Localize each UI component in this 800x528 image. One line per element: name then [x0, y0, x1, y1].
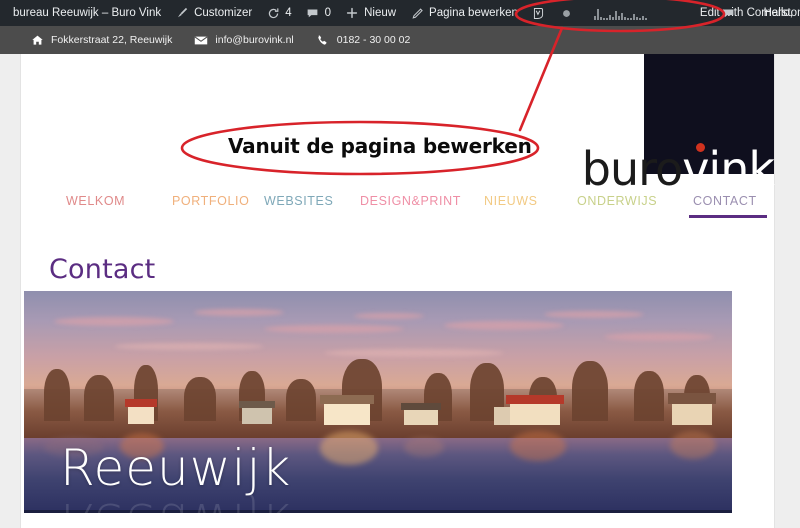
- main-navigation[interactable]: WELKOM PORTFOLIO WEBSITES DESIGN&PRINT N…: [21, 194, 774, 234]
- hero-cloud: [54, 317, 174, 326]
- admin-bar-right-comment[interactable]: [714, 0, 742, 26]
- hero-caption: Reeuwijk: [60, 439, 292, 497]
- site-header: buro vink: [21, 54, 775, 194]
- nav-label-designprint: DESIGN&PRINT: [360, 194, 461, 208]
- hero-tree: [286, 379, 316, 421]
- account-greeting: Hallo,: [763, 7, 793, 19]
- nav-label-nieuws: NIEUWS: [484, 194, 538, 208]
- hero-cloud: [354, 313, 424, 319]
- nav-label-onderwijs: ONDERWIJS: [577, 194, 658, 208]
- admin-bar-new[interactable]: Nieuw: [338, 0, 403, 26]
- admin-bar-edit-page[interactable]: Pagina bewerken: [403, 0, 525, 26]
- brush-icon: [175, 6, 189, 20]
- comment-icon: [306, 6, 320, 20]
- nav-item-nieuws[interactable]: NIEUWS: [484, 194, 538, 218]
- hero-roof: [320, 395, 374, 404]
- admin-bar-account[interactable]: Hallo,: [757, 0, 800, 26]
- site-logo[interactable]: buro vink: [582, 143, 775, 192]
- phone-icon: [316, 33, 330, 47]
- annotation-text: Vanuit de pagina bewerken: [228, 134, 532, 158]
- hero-cloud: [114, 343, 264, 350]
- contact-phone-label: 0182 - 30 00 02: [336, 34, 411, 46]
- customizer-label: Customizer: [194, 7, 253, 19]
- site-title-label: bureau Reeuwijk – Buro Vink: [13, 7, 162, 19]
- plus-icon: [345, 6, 359, 20]
- hero-house: [324, 403, 370, 425]
- admin-bar-updates[interactable]: 4: [259, 0, 298, 26]
- hero-tree: [634, 371, 664, 421]
- hero-reflection: [320, 431, 378, 465]
- hero-reflection: [510, 431, 566, 461]
- hero-cloud: [324, 349, 504, 357]
- contact-email[interactable]: info@burovink.nl: [194, 33, 294, 47]
- pencil-icon: [410, 6, 424, 20]
- new-label: Nieuw: [364, 7, 397, 19]
- nav-item-welkom[interactable]: WELKOM: [66, 194, 125, 218]
- hero-cloud: [264, 325, 404, 333]
- updates-count: 4: [285, 7, 292, 19]
- contact-phone[interactable]: 0182 - 30 00 02: [316, 33, 411, 47]
- hero-image: Reeuwijk Reeuwijk: [24, 291, 732, 513]
- yoast-icon: [532, 6, 546, 20]
- hero-roof: [506, 395, 564, 404]
- page-content: Contact: [21, 234, 774, 285]
- nav-underline-active: [689, 215, 767, 218]
- hero-roof: [125, 399, 157, 407]
- contact-address[interactable]: Fokkerstraat 22, Reeuwijk: [30, 33, 172, 47]
- page-title: Contact: [49, 254, 156, 285]
- hero-roof: [239, 401, 275, 408]
- site-contact-bar: Fokkerstraat 22, Reeuwijk info@burovink.…: [0, 26, 800, 54]
- hero-cloud: [604, 333, 714, 341]
- nav-item-websites[interactable]: WEBSITES: [264, 194, 333, 218]
- nav-item-onderwijs[interactable]: ONDERWIJS: [577, 194, 657, 218]
- nav-item-contact[interactable]: CONTACT: [689, 194, 767, 218]
- hero-cloud: [444, 321, 564, 330]
- hero-caption-reflection: Reeuwijk: [60, 492, 291, 513]
- nav-label-welkom: WELKOM: [66, 194, 126, 208]
- hero-cloud: [544, 311, 644, 318]
- nav-label-websites: WEBSITES: [264, 194, 334, 208]
- hero-reflection: [404, 437, 444, 457]
- hero-reflection: [670, 431, 716, 459]
- edit-page-label: Pagina bewerken: [429, 7, 518, 19]
- hero-house: [242, 407, 272, 424]
- hero-tree: [44, 369, 70, 421]
- hero-tree: [184, 377, 216, 421]
- hero-cloud: [194, 309, 284, 316]
- circle-icon: [560, 6, 574, 20]
- hero-house: [404, 409, 438, 425]
- admin-bar-stats[interactable]: [581, 0, 660, 26]
- hero-roof: [668, 393, 716, 404]
- logo-text-vink: vink: [682, 142, 775, 196]
- nav-item-portfolio[interactable]: PORTFOLIO: [172, 194, 249, 218]
- hero-roof: [401, 403, 441, 410]
- admin-bar-site-title[interactable]: bureau Reeuwijk – Buro Vink: [0, 0, 168, 26]
- wp-admin-bar[interactable]: bureau Reeuwijk – Buro Vink Customizer 4…: [0, 0, 800, 26]
- logo-text-buro: buro: [581, 142, 683, 196]
- comments-count: 0: [324, 7, 332, 19]
- hero-tree: [572, 361, 608, 421]
- sparkline-icon: [588, 7, 653, 20]
- nav-item-designprint[interactable]: DESIGN&PRINT: [360, 194, 461, 218]
- admin-bar-status-dot[interactable]: [553, 0, 581, 26]
- refresh-icon: [266, 6, 280, 20]
- contact-address-label: Fokkerstraat 22, Reeuwijk: [51, 34, 173, 46]
- hero-house: [510, 403, 560, 425]
- home-icon: [30, 33, 44, 47]
- admin-bar-comments[interactable]: 0: [299, 0, 338, 26]
- nav-label-contact: CONTACT: [693, 194, 757, 208]
- comment-bubble-icon: [721, 6, 735, 20]
- nav-label-portfolio: PORTFOLIO: [172, 194, 250, 208]
- admin-bar-customizer[interactable]: Customizer: [168, 0, 259, 26]
- mail-icon: [194, 33, 208, 47]
- contact-email-label: info@burovink.nl: [215, 34, 294, 46]
- admin-bar-yoast[interactable]: [525, 0, 553, 26]
- hero-house: [128, 406, 154, 424]
- hero-tree: [84, 375, 114, 421]
- site-page: Fokkerstraat 22, Reeuwijk info@burovink.…: [0, 26, 800, 528]
- hero-house: [672, 403, 712, 425]
